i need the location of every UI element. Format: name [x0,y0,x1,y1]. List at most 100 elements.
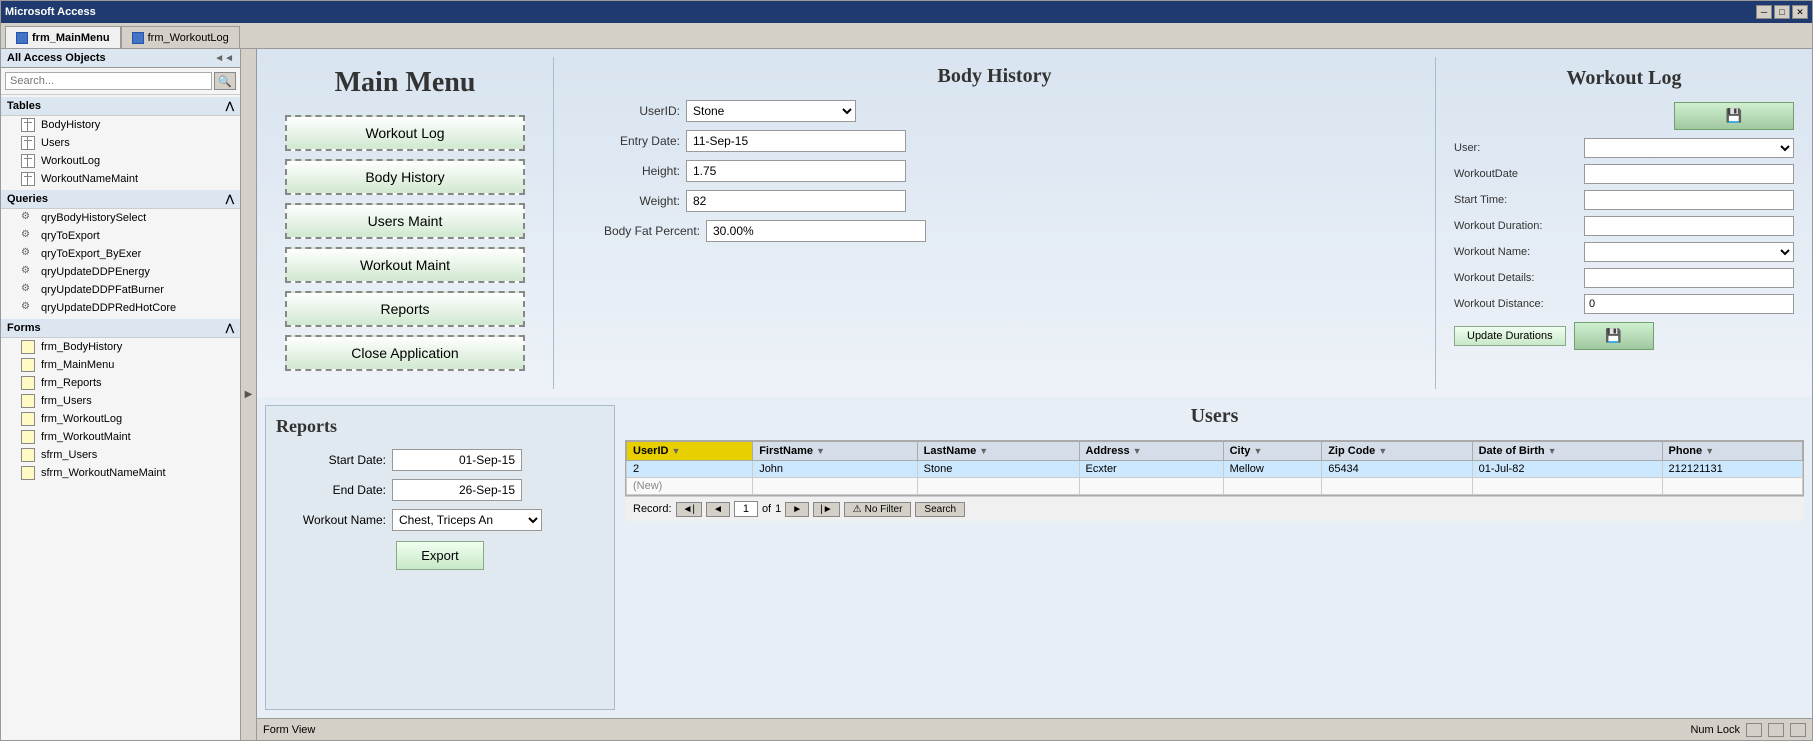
end-date-label: End Date: [276,483,386,497]
users-maint-button[interactable]: Users Maint [285,203,525,239]
sidebar-item-sfrm-workoutnamemaint[interactable]: sfrm_WorkoutNameMaint [1,464,240,482]
sidebar-item-qryupdateddpredhotcore[interactable]: ⚙ qryUpdateDDPRedHotCore [1,299,240,317]
col-firstname[interactable]: FirstName ▼ [753,442,917,461]
form-icon [21,448,35,462]
no-filter-label: No Filter [865,504,903,515]
end-date-row: End Date: [276,479,604,501]
col-address[interactable]: Address ▼ [1079,442,1223,461]
wl-details-label: Workout Details: [1454,272,1584,284]
sidebar-item-sfrm-users[interactable]: sfrm_Users [1,446,240,464]
sidebar-section-forms: Forms ⋀ [1,319,240,338]
end-date-input[interactable] [392,479,522,501]
wl-starttime-row: Start Time: [1454,190,1794,210]
tab-frm-workoutlog[interactable]: frm_WorkoutLog [121,26,240,48]
reports-nav-button[interactable]: Reports [285,291,525,327]
bodyfat-input[interactable] [706,220,926,242]
tables-section-label: Tables [7,100,41,112]
wl-user-select[interactable] [1584,138,1794,158]
sidebar-item-qryupdateddpenergy[interactable]: ⚙ qryUpdateDDPEnergy [1,263,240,281]
nav-first-button[interactable]: ◄| [676,502,703,517]
form-icon [21,376,35,390]
sidebar-item-frm-users[interactable]: frm_Users [1,392,240,410]
minimize-button[interactable]: ─ [1756,5,1772,19]
cell-new-4 [1079,478,1223,495]
col-dob[interactable]: Date of Birth ▼ [1472,442,1662,461]
workout-log-button[interactable]: Workout Log [285,115,525,151]
wl-starttime-input[interactable] [1584,190,1794,210]
cell-address: Ecxter [1079,461,1223,478]
nav-prev-button[interactable]: ◄ [706,502,730,517]
maximize-button[interactable]: □ [1774,5,1790,19]
sidebar-item-label: qryUpdateDDPRedHotCore [41,302,176,314]
sidebar-item-frm-workoutlog[interactable]: frm_WorkoutLog [1,410,240,428]
body-history-button[interactable]: Body History [285,159,525,195]
tables-collapse-btn[interactable]: ⋀ [226,101,234,112]
queries-collapse-btn[interactable]: ⋀ [226,194,234,205]
col-userid[interactable]: UserID ▼ [627,442,753,461]
export-button[interactable]: Export [396,541,484,570]
col-zipcode[interactable]: Zip Code ▼ [1322,442,1472,461]
col-city[interactable]: City ▼ [1223,442,1322,461]
forms-collapse-btn[interactable]: ⋀ [226,323,234,334]
entry-date-input[interactable] [686,130,906,152]
sidebar-item-qryupdateddpfatburner[interactable]: ⚙ qryUpdateDDPFatBurner [1,281,240,299]
sidebar-collapse-icons[interactable]: ◄◄ [214,53,234,64]
start-date-input[interactable] [392,449,522,471]
sidebar-item-workoutlog[interactable]: WorkoutLog [1,152,240,170]
divider-1 [553,57,554,389]
workout-log-save-button[interactable]: 💾 [1674,102,1794,130]
wl-distance-input[interactable] [1584,294,1794,314]
sidebar-item-frm-bodyhistory[interactable]: frm_BodyHistory [1,338,240,356]
close-window-button[interactable]: ✕ [1792,5,1808,19]
search-input[interactable] [5,72,212,90]
workout-log-title: Workout Log [1454,67,1794,90]
cell-new-6 [1322,478,1472,495]
start-date-row: Start Date: [276,449,604,471]
sidebar-item-label: sfrm_Users [41,449,97,461]
sidebar-item-frm-workoutmaint[interactable]: frm_WorkoutMaint [1,428,240,446]
sidebar-collapse-handle[interactable]: ▶ [241,49,257,740]
sidebar-item-qrytoexport-byexer[interactable]: ⚙ qryToExport_ByExer [1,245,240,263]
weight-input[interactable] [686,190,906,212]
workout-log-save-button-2[interactable]: 💾 [1574,322,1654,350]
main-window: Microsoft Access ─ □ ✕ frm_MainMenu frm_… [0,0,1813,741]
close-application-button[interactable]: Close Application [285,335,525,371]
sidebar-item-workoutnamemaint[interactable]: WorkoutNameMaint [1,170,240,188]
search-button[interactable]: 🔍 [214,72,236,90]
sidebar-item-frm-mainmenu[interactable]: frm_MainMenu [1,356,240,374]
wl-workoutdate-input[interactable] [1584,164,1794,184]
query-icon: ⚙ [21,265,35,279]
sidebar-item-frm-reports[interactable]: frm_Reports [1,374,240,392]
wl-details-input[interactable] [1584,268,1794,288]
nav-next-button[interactable]: ► [785,502,809,517]
sidebar-item-label: qryToExport_ByExer [41,248,141,260]
sidebar: All Access Objects ◄◄ 🔍 Tables ⋀ BodyHis… [1,49,241,740]
table-row-new[interactable]: (New) [627,478,1803,495]
sidebar-item-qrytoexport[interactable]: ⚙ qryToExport [1,227,240,245]
sidebar-item-label: WorkoutLog [41,155,100,167]
status-left: Form View [263,724,315,736]
cell-new-7 [1472,478,1662,495]
col-lastname[interactable]: LastName ▼ [917,442,1079,461]
wl-duration-input[interactable] [1584,216,1794,236]
table-row[interactable]: 2 John Stone Ecxter Mellow 65434 01-Jul-… [627,461,1803,478]
height-input[interactable] [686,160,906,182]
col-dob-label: Date of Birth [1479,445,1545,457]
col-phone[interactable]: Phone ▼ [1662,442,1802,461]
sidebar-item-bodyhistory[interactable]: BodyHistory [1,116,240,134]
sidebar-item-users[interactable]: Users [1,134,240,152]
wl-workoutname-select[interactable] [1584,242,1794,262]
table-icon [21,172,35,186]
no-filter-button[interactable]: ⚠ No Filter [844,502,912,517]
reports-panel: Reports Start Date: End Date: Workout Na… [265,405,615,710]
tab-frm-mainmenu[interactable]: frm_MainMenu [5,26,121,48]
nav-last-button[interactable]: |► [813,502,840,517]
userid-select[interactable]: Stone [686,100,856,122]
search-nav-button[interactable]: Search [915,502,965,517]
update-durations-button[interactable]: Update Durations [1454,326,1566,346]
sidebar-item-qrybodyhistoryselect[interactable]: ⚙ qryBodyHistorySelect [1,209,240,227]
workout-name-report-select[interactable]: Chest, Triceps An [392,509,542,531]
workout-maint-button[interactable]: Workout Maint [285,247,525,283]
col-zipcode-label: Zip Code [1328,445,1375,457]
record-current-input[interactable] [734,501,758,517]
